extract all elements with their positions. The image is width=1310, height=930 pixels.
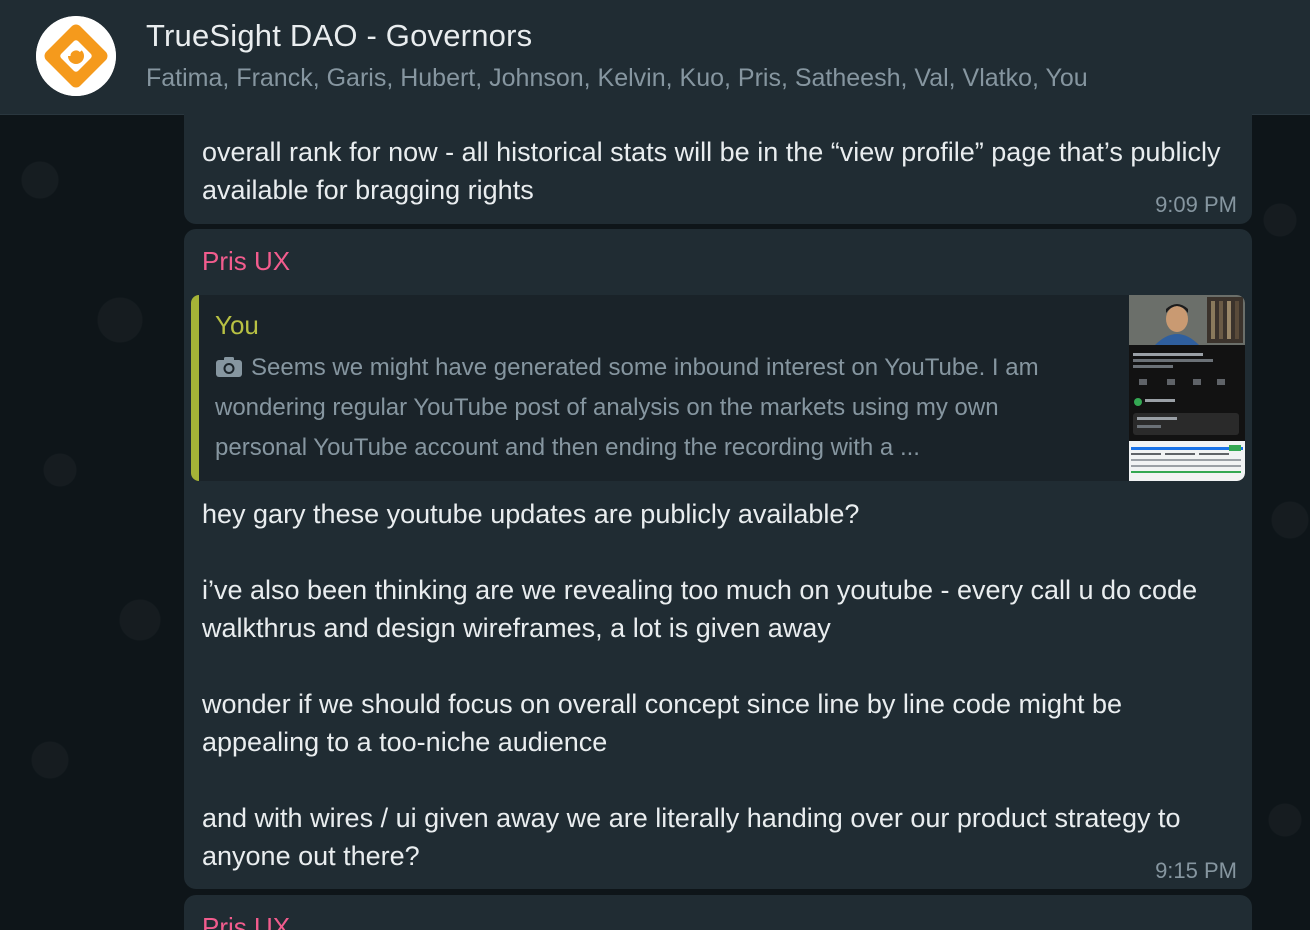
chat-window: TrueSight DAO - Governors Fatima, Franck…	[0, 0, 1310, 930]
quote-author: You	[215, 310, 259, 340]
message-time: 9:15 PM	[1155, 858, 1237, 883]
message-time: 9:09 PM	[1155, 192, 1237, 217]
chat-members[interactable]: Fatima, Franck, Garis, Hubert, Johnson, …	[146, 64, 1088, 93]
message-bubble[interactable]: Pris UX	[184, 895, 1252, 930]
quoted-message[interactable]: You Seems we might have generated some i…	[191, 295, 1245, 481]
chat-title[interactable]: TrueSight DAO - Governors	[146, 18, 532, 54]
sender-name[interactable]: Pris UX	[202, 246, 290, 277]
message-bubble[interactable]: overall rank for now - all historical st…	[184, 100, 1252, 224]
quote-accent-bar	[191, 295, 199, 481]
quote-body: Seems we might have generated some inbou…	[215, 354, 1039, 461]
truesight-logo-icon	[36, 16, 116, 96]
video-thumbnail-image	[1129, 295, 1245, 481]
camera-icon	[216, 357, 242, 377]
quote-thumbnail[interactable]	[1129, 295, 1245, 481]
sender-name[interactable]: Pris UX	[202, 912, 290, 930]
quote-text: Seems we might have generated some inbou…	[215, 348, 1095, 468]
message-text: hey gary these youtube updates are publi…	[202, 499, 1198, 871]
message-text: overall rank for now - all historical st…	[202, 137, 1221, 205]
group-avatar[interactable]	[36, 16, 116, 96]
chat-header[interactable]: TrueSight DAO - Governors Fatima, Franck…	[0, 0, 1310, 115]
message-bubble[interactable]: Pris UX You Seems we might have generate…	[184, 229, 1252, 889]
